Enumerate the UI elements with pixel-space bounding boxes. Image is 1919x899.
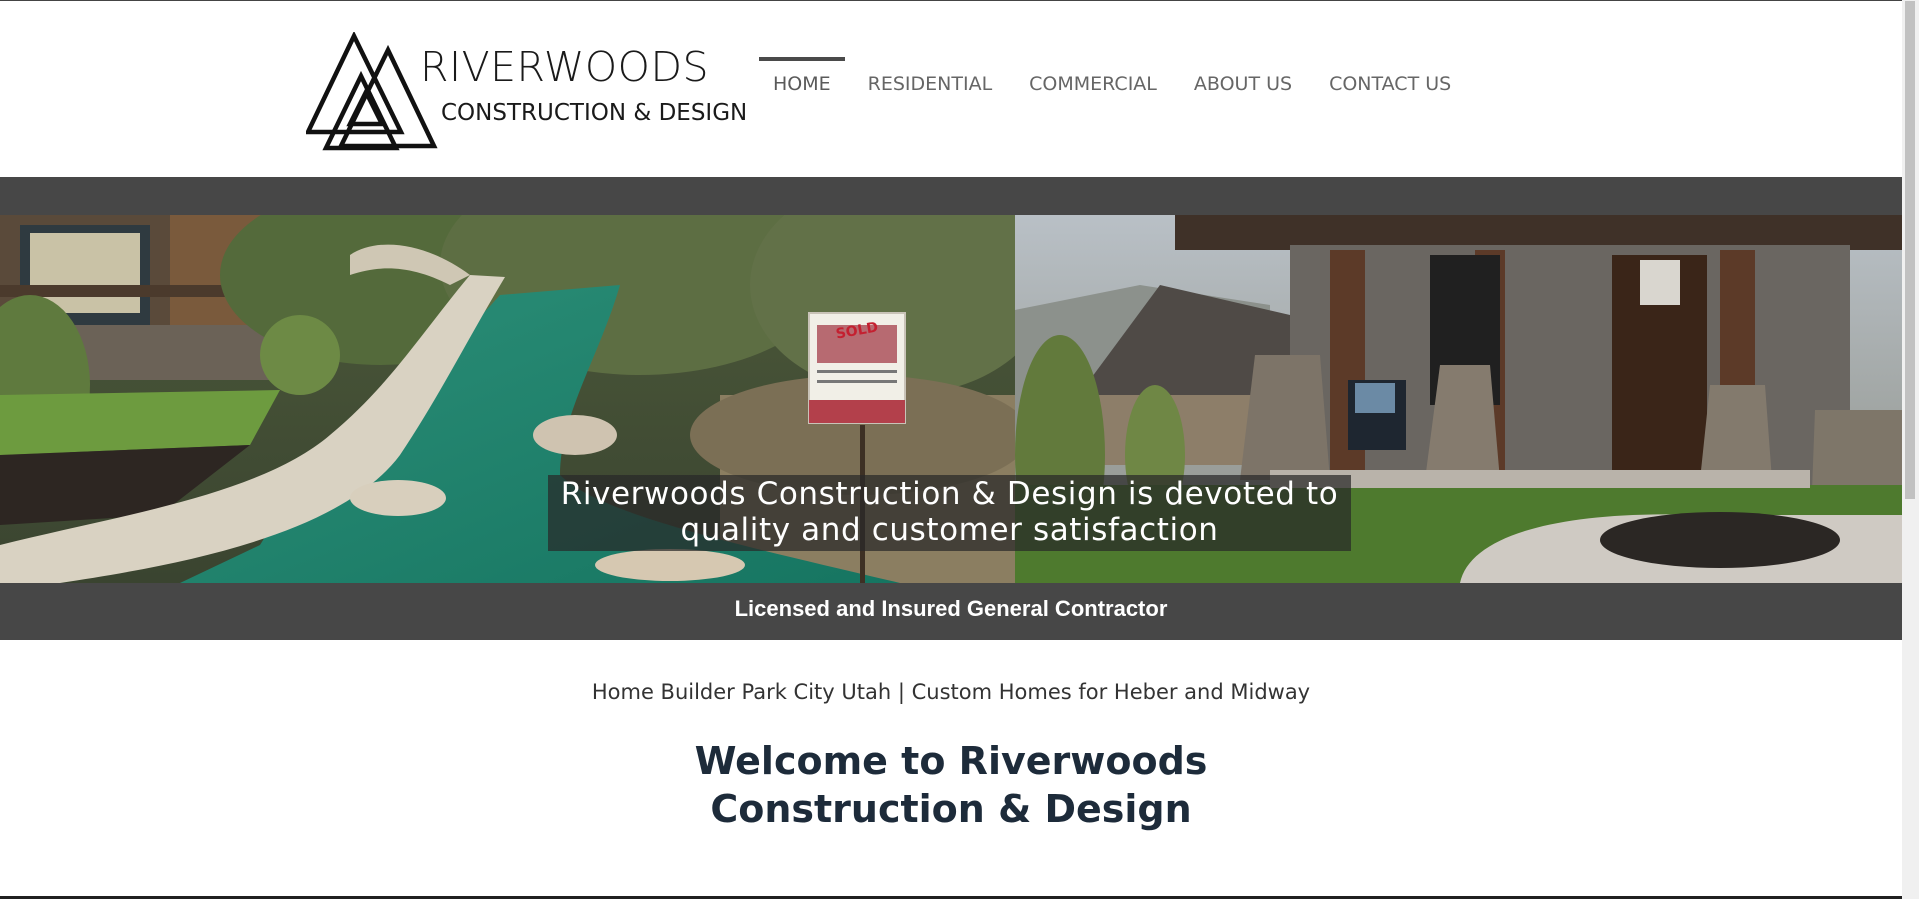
seo-tagline: Home Builder Park City Utah | Custom Hom… <box>591 680 1311 704</box>
scrollbar-thumb[interactable] <box>1905 1 1915 499</box>
brand-title[interactable]: RIVERWOODS <box>420 43 709 91</box>
hero-section: SOLD Riverwoods Construction & Design is… <box>0 177 1902 640</box>
brand-subtitle[interactable]: CONSTRUCTION & DESIGN <box>441 100 747 126</box>
interlocked-triangles-logo[interactable] <box>306 32 438 152</box>
nav-home[interactable]: HOME <box>759 57 845 107</box>
nav-about-us[interactable]: ABOUT US <box>1180 57 1306 107</box>
main-nav: HOME RESIDENTIAL COMMERCIAL ABOUT US CON… <box>759 57 1465 107</box>
site-header: RIVERWOODS CONSTRUCTION & DESIGN HOME RE… <box>0 1 1902 177</box>
licensed-banner: Licensed and Insured General Contractor <box>734 596 1168 621</box>
welcome-heading: Welcome to Riverwoods Construction & Des… <box>0 737 1902 833</box>
nav-residential[interactable]: RESIDENTIAL <box>854 57 1007 107</box>
hero-caption: Riverwoods Construction & Design is devo… <box>560 476 1339 548</box>
nav-contact-us[interactable]: CONTACT US <box>1315 57 1465 107</box>
nav-commercial[interactable]: COMMERCIAL <box>1015 57 1171 107</box>
page: RIVERWOODS CONSTRUCTION & DESIGN HOME RE… <box>0 0 1902 897</box>
welcome-heading-text: Welcome to Riverwoods Construction & Des… <box>694 739 1208 831</box>
